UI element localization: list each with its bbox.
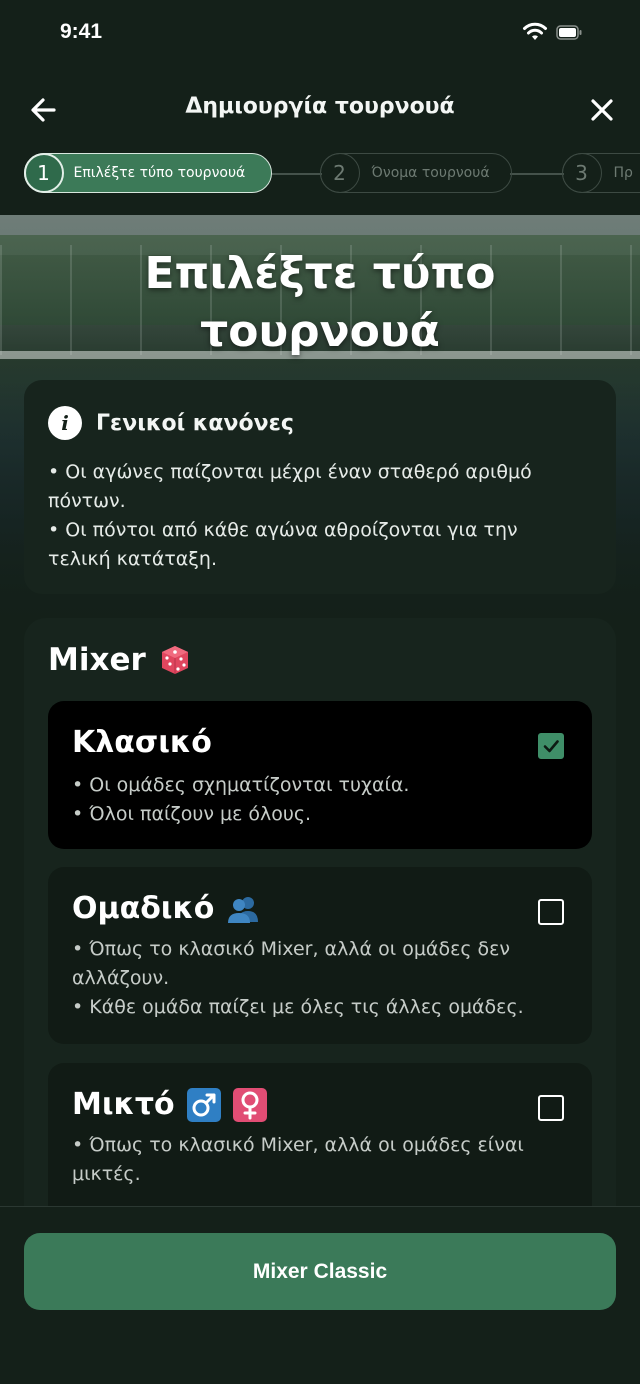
dice-icon <box>161 646 188 674</box>
option-title-row: Μικτό <box>72 1087 267 1122</box>
rules-line: τελική κατάταξη. <box>48 548 217 570</box>
option-line: • Οι ομάδες σχηματίζονται τυχαία. <box>72 774 410 796</box>
check-icon <box>543 740 559 753</box>
mixer-section: Mixer Κλασικό • Οι ομάδες σχηματίζονται … <box>24 618 616 1238</box>
status-bar: 9:41 <box>0 0 640 70</box>
rules-line: • Οι πόντοι από κάθε αγώνα αθροίζονται γ… <box>48 519 518 541</box>
option-line: • Όλοι παίζουν με όλους. <box>72 803 312 825</box>
rules-line: • Οι αγώνες παίζονται μέχρι έναν σταθερό… <box>48 461 532 483</box>
battery-icon <box>556 25 582 40</box>
option-description: • Όπως το κλασικό Mixer, αλλά οι ομάδες … <box>72 1131 572 1189</box>
option-title: Κλασικό <box>72 725 212 760</box>
female-sign-icon <box>232 1087 267 1122</box>
option-line: • Όπως το κλασικό Mixer, αλλά οι ομάδες … <box>72 938 511 960</box>
rules-text: • Οι αγώνες παίζονται μέχρι έναν σταθερό… <box>48 458 592 574</box>
nav-bar: Δημιουργία τουρνουά <box>0 80 640 140</box>
status-time: 9:41 <box>60 20 103 43</box>
option-description: • Όπως το κλασικό Mixer, αλλά οι ομάδες … <box>72 935 572 1022</box>
option-line: • Όπως το κλασικό Mixer, αλλά οι ομάδες … <box>72 1134 524 1156</box>
step-number: 2 <box>319 153 360 193</box>
option-description: • Οι ομάδες σχηματίζονται τυχαία. • Όλοι… <box>72 771 572 829</box>
option-line: μικτές. <box>72 1163 141 1185</box>
checkbox-mixed[interactable] <box>538 1095 564 1121</box>
option-line: • Κάθε ομάδα παίζει με όλες τις άλλες ομ… <box>72 996 524 1018</box>
step-3[interactable]: 3 Πρ <box>561 153 640 193</box>
option-title: Μικτό <box>72 1087 175 1122</box>
step-connector <box>510 173 564 175</box>
mixer-title-text: Mixer <box>48 642 146 678</box>
step-label: Όνομα τουρνουά <box>371 165 490 181</box>
hero-title: Επιλέξτε τύπο τουρνουά <box>0 245 640 361</box>
option-title-row: Ομαδικό <box>72 891 260 926</box>
option-classic[interactable]: Κλασικό • Οι ομάδες σχηματίζονται τυχαία… <box>48 701 592 849</box>
rules-header: i Γενικοί κανόνες <box>48 406 592 440</box>
hero-title-line: τουρνουά <box>200 306 440 357</box>
hero-title-line: Επιλέξτε τύπο <box>144 248 496 299</box>
close-icon[interactable] <box>584 92 620 128</box>
step-label: Επιλέξτε τύπο τουρνουά <box>73 165 246 181</box>
option-title: Ομαδικό <box>72 891 215 926</box>
step-2[interactable]: 2 Όνομα τουρνουά <box>319 153 512 193</box>
info-icon: i <box>48 406 82 440</box>
option-line: αλλάζουν. <box>72 967 170 989</box>
step-1[interactable]: 1 Επιλέξτε τύπο τουρνουά <box>23 153 272 193</box>
step-label: Πρ <box>613 165 633 181</box>
step-number: 1 <box>23 153 64 193</box>
step-connector <box>268 173 322 175</box>
checkbox-classic[interactable] <box>538 733 564 759</box>
rules-title: Γενικοί κανόνες <box>96 410 294 436</box>
checkbox-team[interactable] <box>538 899 564 925</box>
back-arrow-icon[interactable] <box>26 92 62 128</box>
rules-line: πόντων. <box>48 490 126 512</box>
people-icon <box>228 896 259 923</box>
continue-button[interactable]: Mixer Classic <box>24 1233 616 1310</box>
wifi-icon <box>523 22 547 40</box>
step-number: 3 <box>561 153 602 193</box>
male-sign-icon <box>186 1087 221 1122</box>
option-team[interactable]: Ομαδικό • Όπως το κλασικό Mixer, αλλά οι… <box>48 867 592 1044</box>
page-title: Δημιουργία τουρνουά <box>185 94 455 119</box>
general-rules-card: i Γενικοί κανόνες • Οι αγώνες παίζονται … <box>24 380 616 594</box>
bottom-bar: Mixer Classic <box>0 1206 640 1384</box>
stepper: 1 Επιλέξτε τύπο τουρνουά 2 Όνομα τουρνου… <box>0 148 640 200</box>
mixer-title: Mixer <box>48 642 190 678</box>
